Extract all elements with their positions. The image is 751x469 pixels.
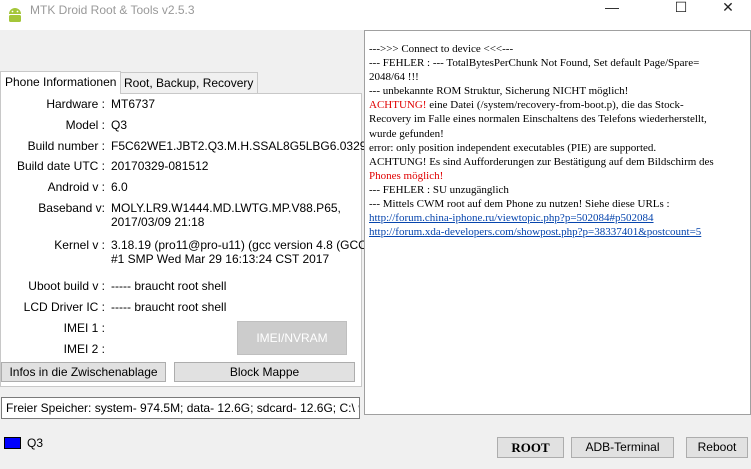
block-map-button[interactable]: Block Mappe — [174, 362, 355, 382]
imei1-label: IMEI 1 : — [63, 321, 105, 335]
log-line: --->>> Connect to device <<<--- — [369, 43, 514, 55]
kernel-label: Kernel v : — [54, 238, 105, 252]
minimize-icon: — — [605, 0, 619, 15]
log-line: 2048/64 !!! — [369, 71, 419, 84]
close-button[interactable]: ✕ — [705, 0, 751, 15]
lcd-driver-value: ----- braucht root shell — [111, 300, 227, 314]
log-line: --- FEHLER : SU unzugänglich — [369, 183, 509, 196]
window-title: MTK Droid Root & Tools v2.5.3 — [30, 3, 195, 17]
hardware-label: Hardware : — [46, 97, 105, 111]
maximize-icon: ☐ — [674, 0, 688, 15]
log-line: ACHTUNG! eine Datei (/system/recovery-fr… — [369, 98, 750, 112]
baseband-value-line2: 2017/03/09 21:18 — [111, 215, 205, 229]
log-line: --- unbekannte ROM Struktur, Sicherung N… — [369, 85, 629, 98]
log-line: Recovery im Falle eines normalen Einscha… — [369, 113, 707, 126]
log-warning-text: ACHTUNG! — [369, 99, 427, 112]
title-bar: MTK Droid Root & Tools v2.5.3 — ☐ ✕ — [0, 0, 751, 30]
android-version-value: 6.0 — [111, 180, 128, 194]
log-line: --- Mittels CWM root auf dem Phone zu nu… — [369, 198, 670, 211]
status-indicator — [4, 437, 21, 449]
tab-root-backup-recovery[interactable]: Root, Backup, Recovery — [119, 72, 259, 93]
forum-link-xda[interactable]: http://forum.xda-developers.com/showpost… — [369, 225, 750, 239]
android-version-label: Android v : — [47, 180, 105, 194]
status-model: Q3 — [27, 436, 44, 450]
forum-link-china-iphone[interactable]: http://forum.china-iphone.ru/viewtopic.p… — [369, 211, 750, 225]
minimize-button[interactable]: — — [589, 0, 635, 15]
log-line: error: only position independent executa… — [369, 141, 657, 154]
reboot-button[interactable]: Reboot — [686, 437, 748, 458]
log-output[interactable]: --->>> Connect to device <<<--- --- FEHL… — [364, 30, 751, 415]
hardware-value: MT6737 — [111, 97, 156, 111]
adb-terminal-button[interactable]: ADB-Terminal — [571, 437, 674, 458]
build-date-value: 20170329-081512 — [111, 159, 209, 173]
android-logo-icon — [9, 8, 21, 22]
root-button[interactable]: ROOT — [497, 437, 564, 458]
log-line: --- FEHLER : --- TotalBytesPerChunk Not … — [369, 57, 700, 70]
close-icon: ✕ — [722, 0, 734, 15]
log-line-text: eine Datei (/system/recovery-from-boot.p… — [426, 99, 684, 112]
uboot-value: ----- braucht root shell — [111, 279, 227, 293]
build-number-value: F5C62WE1.JBT2.Q3.M.H.SSAL8G5LBG6.0329.V — [111, 139, 378, 153]
build-number-label: Build number : — [27, 139, 105, 153]
kernel-value-line2: #1 SMP Wed Mar 29 16:13:24 CST 2017 — [111, 252, 330, 266]
log-line: wurde gefunden! — [369, 127, 444, 140]
uboot-label: Uboot build v : — [28, 279, 105, 293]
model-value: Q3 — [111, 118, 128, 132]
phone-info-panel: Hardware : MT6737 Model : Q3 Build numbe… — [0, 93, 378, 387]
copy-to-clipboard-button[interactable]: Infos in die Zwischenablage — [1, 362, 166, 382]
model-label: Model : — [65, 118, 105, 132]
log-warning-line: Phones möglich! — [369, 169, 444, 182]
build-date-label: Build date UTC : — [16, 159, 105, 173]
tab-phone-info[interactable]: Phone Informationen — [0, 71, 122, 94]
maximize-button[interactable]: ☐ — [658, 0, 704, 15]
imei-nvram-button[interactable]: IMEI/NVRAM — [237, 321, 347, 355]
free-space-field[interactable]: Freier Speicher: system- 974.5M; data- 1… — [1, 397, 360, 419]
baseband-label: Baseband v: — [38, 201, 105, 215]
log-line: ACHTUNG! Es sind Aufforderungen zur Best… — [369, 155, 714, 168]
lcd-driver-label: LCD Driver IC : — [23, 300, 105, 314]
imei2-label: IMEI 2 : — [63, 342, 105, 356]
